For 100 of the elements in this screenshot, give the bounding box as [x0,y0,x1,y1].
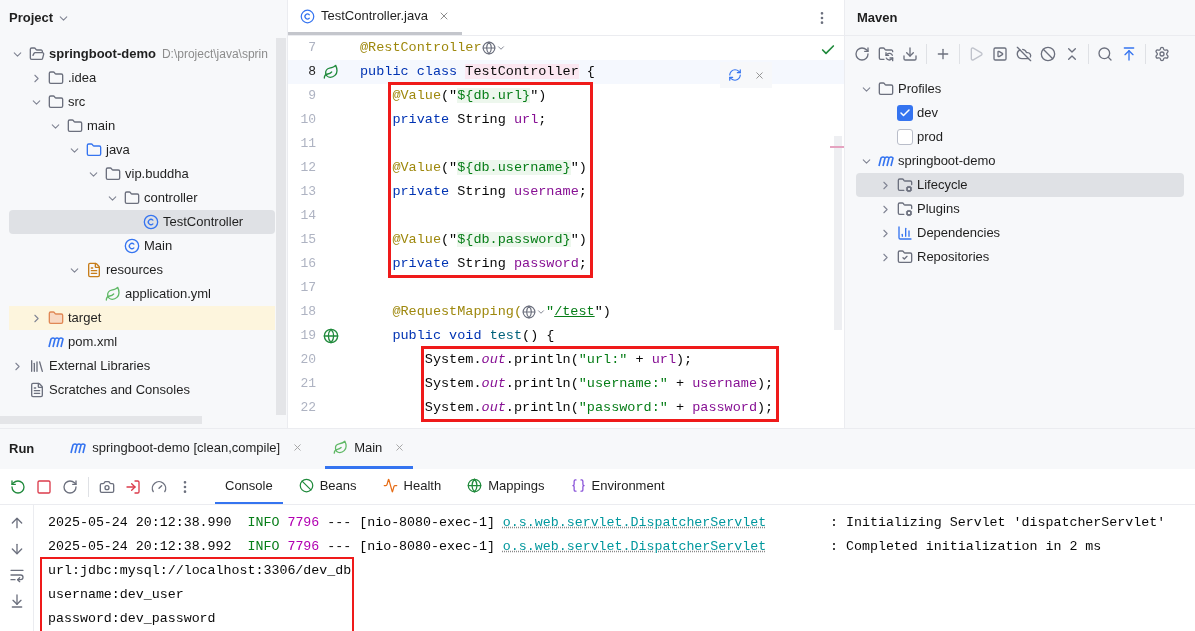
globe-caret-icon[interactable] [522,305,547,319]
tree-item[interactable]: Main [9,234,275,258]
tree-item[interactable]: .idea [9,66,275,90]
code-text: System.out.println("password:" + password); [423,398,774,417]
tree-item[interactable]: pom.xml [9,330,275,354]
folder-icon [48,94,64,110]
gauge-icon[interactable] [151,478,167,495]
item-label: springboot-demo [49,45,156,64]
stop-icon[interactable] [36,478,52,495]
health-icon [382,478,398,493]
leaf-icon [333,440,349,455]
tree-item[interactable]: java [9,138,275,162]
sign-in-icon[interactable] [125,478,141,495]
line-number: 21 [299,375,316,394]
rerun-icon[interactable] [10,478,26,495]
close-icon[interactable] [394,442,406,453]
item-label: prod [917,128,944,147]
restart-icon[interactable] [62,478,78,495]
folder-check-icon [897,249,913,265]
close-icon[interactable] [753,69,765,81]
panel-title: Maven [857,8,898,27]
tree-item[interactable]: Plugins [856,197,1184,221]
tree-item[interactable]: resources [9,258,275,282]
code-text: @RestController [360,38,482,57]
line-number: 15 [299,231,316,250]
folder-sync-icon[interactable] [878,46,894,62]
globe-caret-icon[interactable] [481,41,506,55]
console-tab[interactable]: Console [215,469,283,504]
item-label: .idea [68,69,97,88]
item-label: java [106,141,130,160]
tree-item[interactable]: springboot-demo [856,149,1184,173]
tree-item[interactable]: main [9,114,275,138]
tree-item[interactable]: controller [9,186,275,210]
module-folder-icon [29,46,45,62]
console-line: username:dev_user [48,586,184,605]
tree-item[interactable]: TestController [9,210,275,234]
camera-icon[interactable] [99,478,115,495]
tree-item[interactable]: src [9,90,275,114]
item-label: springboot-demo [898,152,996,171]
settings-icon[interactable] [1154,46,1170,62]
download-icon[interactable] [902,46,918,62]
line-number: 14 [299,207,316,226]
tree-item[interactable]: prod [856,125,1184,149]
console-tab[interactable]: Beans [288,469,367,504]
reload-icon[interactable] [854,46,870,62]
tree-item[interactable]: Repositories [856,245,1184,269]
tree-item[interactable]: External Libraries [9,354,275,378]
folder-icon [48,310,64,326]
close-icon[interactable] [292,442,304,453]
tree-item[interactable]: dev [856,101,1184,125]
item-label: src [68,93,86,112]
code-text: @Value("${db.password}") [391,230,587,249]
panel-title: Run [9,440,35,459]
item-label: Main [144,237,173,256]
tree-item[interactable]: springboot-demo D:\project\java\sprin [9,42,275,66]
tree-item[interactable]: Lifecycle [856,173,1184,197]
line-number: 8 [307,63,316,82]
console-tab[interactable]: Health [372,469,452,504]
class-icon [143,214,159,230]
folder-icon [878,81,894,97]
code-text: @Value("${db.username}") [391,158,587,177]
folder-gear-icon [897,177,913,193]
maven-icon [48,336,64,348]
path-hint: D:\project\java\sprin [161,46,268,63]
scrollbar[interactable] [834,136,842,330]
console-tab[interactable]: Mappings [457,469,555,504]
checkbox[interactable] [897,129,913,145]
code-text: System.out.println("username:" + username); [423,374,774,393]
scrollbar[interactable] [276,38,286,415]
tree-item[interactable]: application.yml [9,282,275,306]
tree-item[interactable]: target [9,306,275,330]
panel-title[interactable]: Project [9,8,54,28]
folder-icon [86,142,102,158]
maven-icon [70,441,87,454]
soft-wrap-icon[interactable] [8,567,25,583]
item-label: Dependencies [917,224,1001,243]
offline-icon[interactable] [1016,46,1032,62]
folder-icon [105,166,121,182]
tree-item[interactable]: Profiles [856,77,1184,101]
code-text: @RequestMapping( [391,302,523,321]
code-text: System.out.println("url:" + url); [423,350,693,369]
checkbox[interactable] [897,105,913,121]
line-number: 10 [299,111,316,130]
item-label: dev [917,104,938,123]
item-label: External Libraries [49,357,151,376]
console-line: 2025-05-24 20:12:38.992 INFO 7796 --- [nio-8080-exec-1] o.s.web.servlet.DispatcherServlet : Completed initialization in 2 ms [48,538,1102,557]
tree-item[interactable]: vip.buddha [9,162,275,186]
tree-item[interactable]: Dependencies [856,221,1184,245]
maven-reload-popup[interactable] [720,62,772,88]
editor-tab[interactable]: TestController.java [288,0,462,35]
tree-item[interactable]: Scratches and Consoles [9,378,275,402]
line-number: 9 [307,87,316,106]
console-tab[interactable]: Environment [560,469,675,504]
line-number: 7 [307,39,316,58]
run-tab[interactable]: springboot-demo [clean,compile] [62,429,312,469]
reload-icon[interactable] [727,68,742,82]
plus-icon[interactable] [935,46,951,62]
folder-icon [67,118,83,134]
run-tab[interactable]: Main [325,429,414,469]
line-number: 22 [299,399,316,418]
